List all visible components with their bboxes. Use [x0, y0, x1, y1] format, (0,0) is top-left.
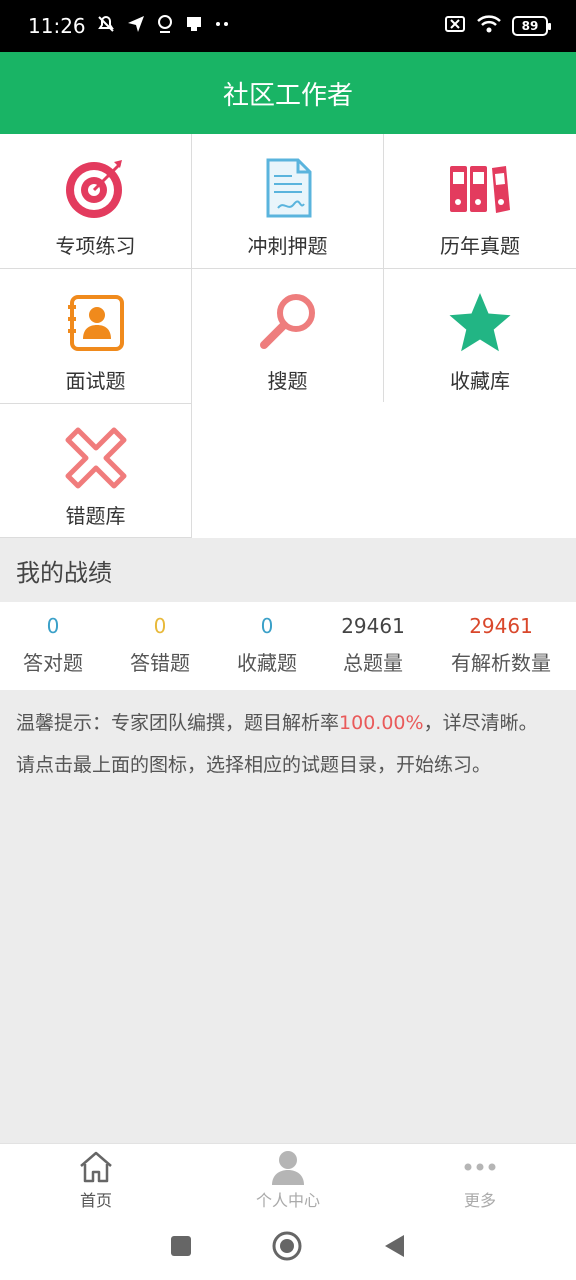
stat-value: 29461: [341, 614, 405, 638]
stat-label: 有解析数量: [451, 651, 551, 675]
tips-text: 温馨提示：专家团队编撰，题目解析率100.00%，详尽清晰。 请点击最上面的图标…: [16, 702, 560, 786]
stat-correct: 0 答对题: [0, 602, 106, 690]
tips-prefix: 温馨提示：专家团队编撰，题目解析率: [16, 712, 340, 734]
tab-label: 个人中心: [255, 1190, 320, 1210]
grid-item-label: 搜题: [267, 369, 308, 393]
home-button[interactable]: [272, 1231, 302, 1265]
grid-item-label: 错题库: [65, 504, 126, 528]
binders-icon: [448, 156, 512, 220]
stat-value: 0: [46, 614, 60, 638]
grid-item-interview[interactable]: 面试题: [0, 269, 192, 404]
battery-icon: 89: [512, 16, 551, 36]
stats-row: 0 答对题 0 答错题 0 收藏题 29461 总题量 29461 有解析数量: [0, 602, 576, 690]
target-icon: [64, 156, 128, 220]
record-section-title: 我的战绩: [0, 538, 576, 602]
stat-with-analysis: 29461 有解析数量: [426, 602, 576, 690]
app-notification-icon: [184, 14, 204, 39]
star-icon: [448, 291, 512, 355]
stat-label: 总题量: [343, 651, 403, 675]
person-icon: [270, 1149, 306, 1185]
tips-line-2: 请点击最上面的图标，选择相应的试题目录，开始练习。: [16, 754, 492, 776]
send-icon: [126, 14, 146, 39]
grid-item-sprint-questions[interactable]: 冲刺押题: [192, 134, 384, 269]
stat-total: 29461 总题量: [320, 602, 426, 690]
search-icon: [256, 291, 320, 355]
function-grid: 专项练习 冲刺押题 历年真题 面试题 搜题 收藏库 错题库: [0, 134, 576, 538]
recent-apps-button[interactable]: [170, 1235, 192, 1261]
stat-wrong: 0 答错题: [106, 602, 214, 690]
home-icon: [78, 1149, 114, 1185]
grid-item-past-exams[interactable]: 历年真题: [384, 134, 576, 269]
stat-value: 0: [153, 614, 167, 638]
grid-item-label: 专项练习: [55, 234, 136, 258]
wifi-icon: [476, 14, 502, 38]
stat-label: 答对题: [23, 651, 83, 675]
more-status-icon: [214, 14, 230, 39]
stat-favorites: 0 收藏题: [214, 602, 320, 690]
bottom-tab-bar: 首页 个人中心 更多: [0, 1143, 576, 1215]
stat-label: 答错题: [130, 651, 190, 675]
grid-item-wrong-questions[interactable]: 错题库: [0, 404, 192, 538]
status-time: 11:26: [28, 14, 86, 38]
tips-line-1: 温馨提示：专家团队编撰，题目解析率100.00%，详尽清晰。: [16, 702, 560, 744]
sim-off-icon: [444, 14, 466, 38]
status-left: 11:26: [28, 14, 230, 39]
mute-icon: [96, 14, 116, 39]
record-title: 我的战绩: [16, 558, 112, 587]
grid-item-label: 面试题: [65, 369, 126, 393]
grid-item-search-questions[interactable]: 搜题: [192, 269, 384, 404]
tab-label: 首页: [79, 1190, 112, 1210]
analysis-rate: 100.00%: [339, 712, 424, 734]
document-sign-icon: [256, 156, 320, 220]
tips-suffix: ，详尽清晰。: [423, 712, 538, 734]
grid-item-favorites[interactable]: 收藏库: [384, 269, 576, 404]
grid-item-label: 历年真题: [440, 234, 520, 258]
grid-item-label: 收藏库: [450, 369, 510, 393]
stat-value: 29461: [469, 614, 533, 638]
contact-book-icon: [64, 291, 128, 355]
page-title: 社区工作者: [222, 80, 353, 111]
more-icon: [462, 1149, 498, 1185]
stat-label: 收藏题: [237, 651, 297, 675]
status-bar: 11:26 89: [0, 0, 576, 52]
app-root: 11:26 89 社区工作者 专项练习 冲刺押题 历年真题 面试题 搜题 收藏库…: [0, 0, 576, 1280]
stat-value: 0: [260, 614, 274, 638]
status-right: 89: [444, 14, 551, 38]
grid-item-special-practice[interactable]: 专项练习: [0, 134, 192, 269]
grid-item-label: 冲刺押题: [247, 234, 328, 258]
tab-more[interactable]: 更多: [384, 1144, 576, 1215]
back-button[interactable]: [382, 1233, 406, 1263]
app-header: 社区工作者: [0, 52, 576, 134]
tab-label: 更多: [463, 1190, 496, 1210]
tab-personal-center[interactable]: 个人中心: [192, 1144, 384, 1215]
location-icon: [156, 14, 174, 39]
cross-icon: [64, 426, 128, 490]
system-nav-bar: [0, 1215, 576, 1280]
tab-home[interactable]: 首页: [0, 1144, 192, 1215]
grid-empty-area: [192, 402, 576, 538]
